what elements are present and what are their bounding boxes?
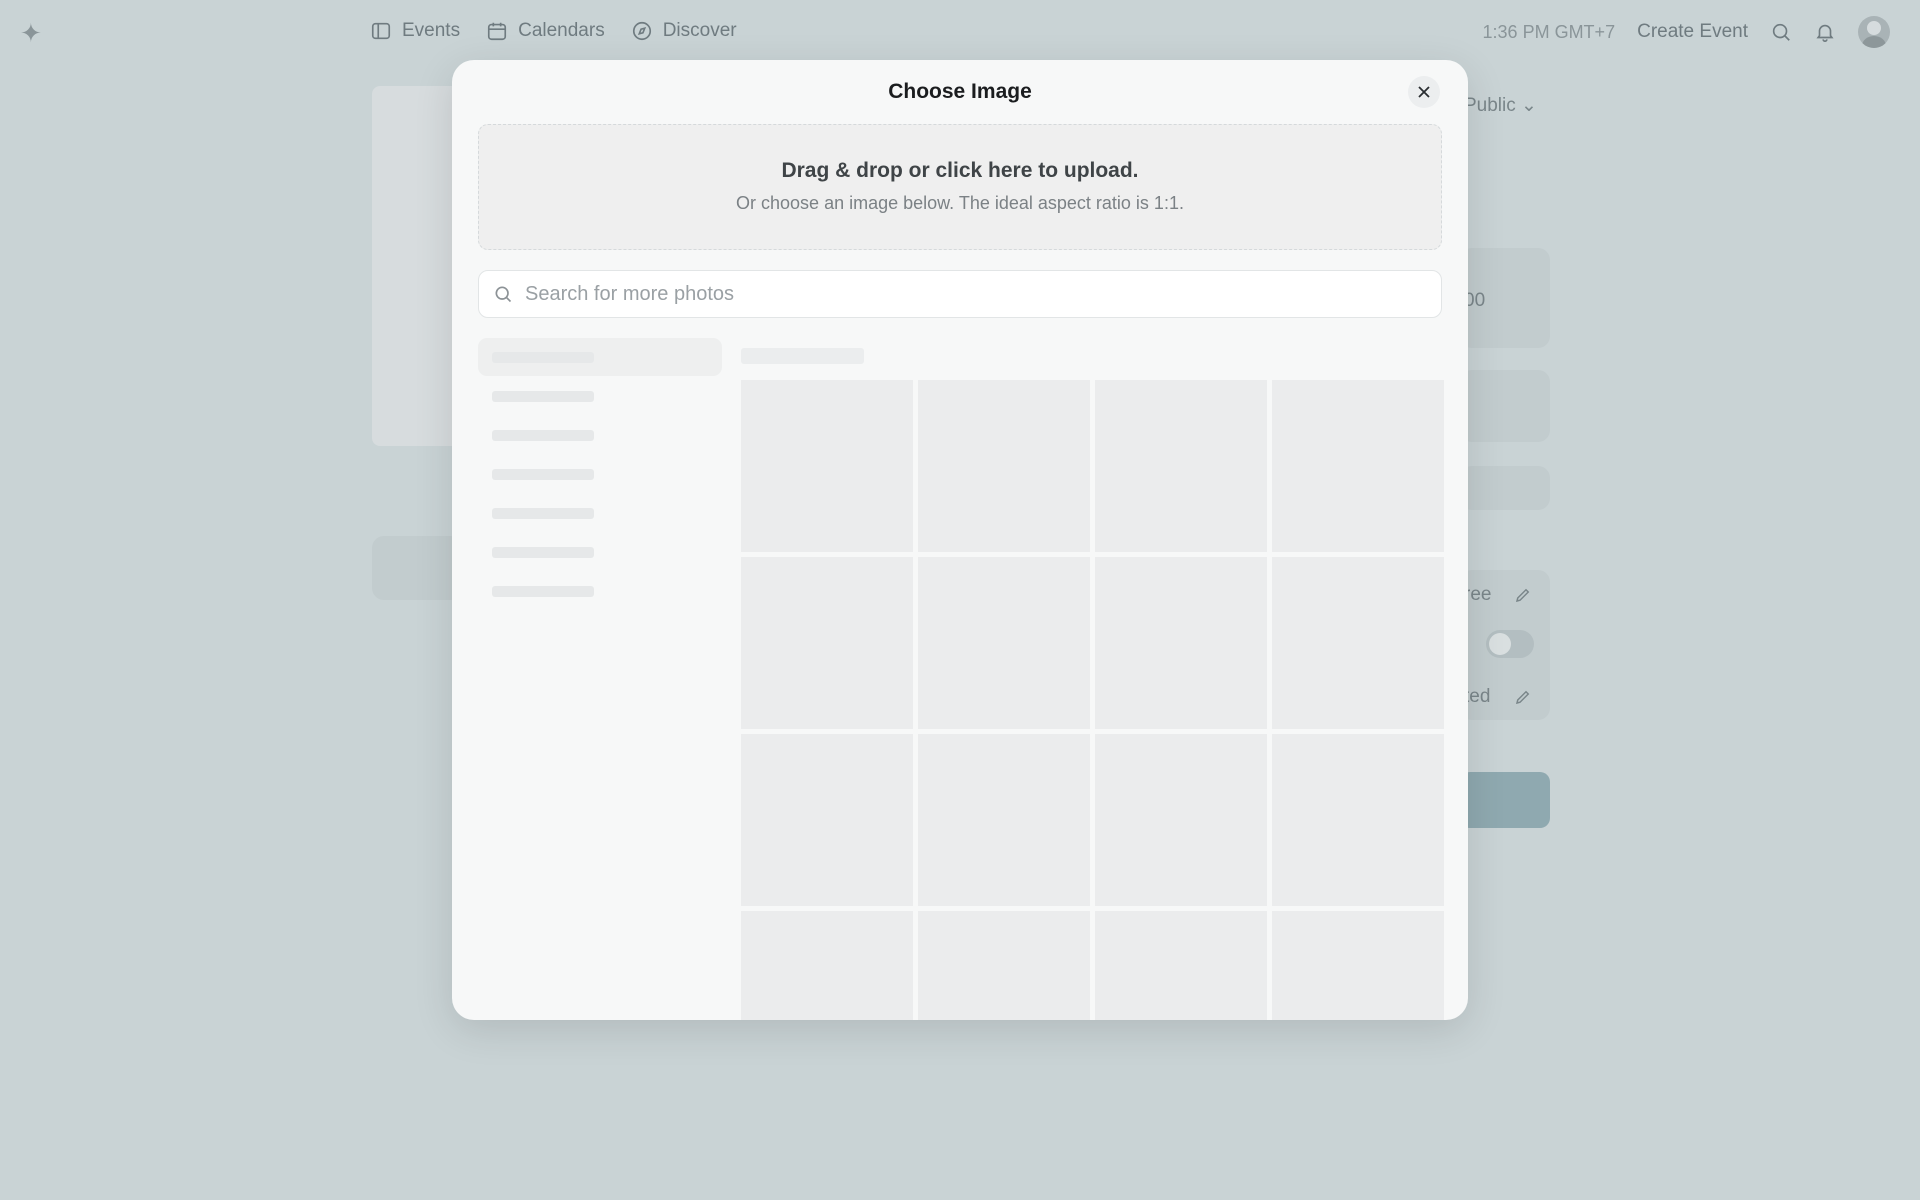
calendar-icon [488, 22, 507, 41]
image-tile-skeleton[interactable] [741, 380, 913, 552]
image-tile-skeleton[interactable] [1095, 380, 1267, 552]
image-tile-skeleton[interactable] [741, 557, 913, 729]
photo-search-box [478, 270, 1442, 318]
category-item-skeleton[interactable] [478, 416, 722, 454]
category-item-skeleton[interactable] [478, 377, 722, 415]
nav-calendars[interactable]: Calendars [486, 20, 605, 42]
nav-discover[interactable]: Discover [631, 20, 737, 42]
dropzone-title: Drag & drop or click here to upload. [781, 159, 1139, 182]
skeleton-bar [492, 469, 594, 480]
bell-icon[interactable] [1814, 21, 1836, 43]
category-item-skeleton[interactable] [478, 338, 722, 376]
skeleton-bar [492, 547, 594, 558]
nav-right: 1:36 PM GMT+7 Create Event [1483, 16, 1890, 48]
pencil-icon[interactable] [1514, 586, 1532, 604]
image-tile-skeleton[interactable] [1095, 734, 1267, 906]
category-item-skeleton[interactable] [478, 572, 722, 610]
create-event-button[interactable] [1460, 772, 1550, 828]
skeleton-bar [492, 508, 594, 519]
image-tile-skeleton[interactable] [1272, 557, 1444, 729]
close-button[interactable] [1408, 76, 1440, 108]
pencil-icon[interactable] [1514, 688, 1532, 706]
category-item-skeleton[interactable] [478, 533, 722, 571]
search-icon[interactable] [1770, 21, 1792, 43]
image-tile-skeleton[interactable] [741, 911, 913, 1020]
nav-events[interactable]: Events [370, 20, 460, 42]
image-tile-skeleton[interactable] [918, 734, 1090, 906]
sparkle-icon[interactable]: ✦ [20, 20, 46, 46]
upload-dropzone[interactable]: Drag & drop or click here to upload. Or … [478, 124, 1442, 250]
avatar[interactable] [1858, 16, 1890, 48]
bg-description-card [1460, 466, 1550, 510]
image-tile-skeleton[interactable] [1272, 911, 1444, 1020]
image-tile-skeleton[interactable] [918, 911, 1090, 1020]
ticket-icon [371, 22, 391, 40]
image-tile-skeleton[interactable] [918, 380, 1090, 552]
skeleton-bar [492, 430, 594, 441]
modal-title: Choose Image [888, 80, 1032, 103]
bg-location-card [1460, 370, 1550, 442]
visibility-selector[interactable]: Public ⌄ [1464, 94, 1537, 117]
search-icon [495, 286, 512, 303]
image-tile-skeleton[interactable] [741, 734, 913, 906]
image-tile-skeleton[interactable] [1095, 911, 1267, 1020]
nav-links: Events Calendars Discover [370, 20, 737, 42]
compass-icon [632, 21, 651, 41]
image-tile-skeleton[interactable] [1272, 380, 1444, 552]
current-time: 1:36 PM GMT+7 [1482, 21, 1616, 42]
approval-toggle[interactable] [1486, 630, 1534, 658]
category-item-skeleton[interactable] [478, 455, 722, 493]
dropzone-subtitle: Or choose an image below. The ideal aspe… [736, 193, 1184, 213]
skeleton-bar [492, 586, 594, 597]
nav-events-label: Events [402, 20, 461, 41]
image-grid-skeleton [741, 380, 1444, 1020]
choose-image-modal: Choose Image Drag & drop or click here t… [452, 60, 1468, 1020]
close-icon [1418, 86, 1430, 98]
nav-calendars-label: Calendars [518, 20, 605, 41]
image-tile-skeleton[interactable] [918, 557, 1090, 729]
photo-search-input[interactable] [523, 281, 1427, 307]
top-nav: ✦ Events Calendars Discover 1:36 PM GMT+… [0, 0, 1920, 66]
skeleton-bar [492, 391, 594, 402]
image-tile-skeleton[interactable] [1272, 734, 1444, 906]
skeleton-bar [492, 352, 594, 363]
nav-discover-label: Discover [662, 20, 737, 41]
grid-heading-skeleton [741, 348, 864, 364]
category-item-skeleton[interactable] [478, 494, 722, 532]
bg-theme-card [372, 536, 462, 600]
bg-tickets-value: ree [1464, 584, 1492, 605]
create-event-link[interactable]: Create Event [1637, 21, 1748, 43]
image-tile-skeleton[interactable] [1095, 557, 1267, 729]
category-list-skeleton [478, 338, 722, 611]
